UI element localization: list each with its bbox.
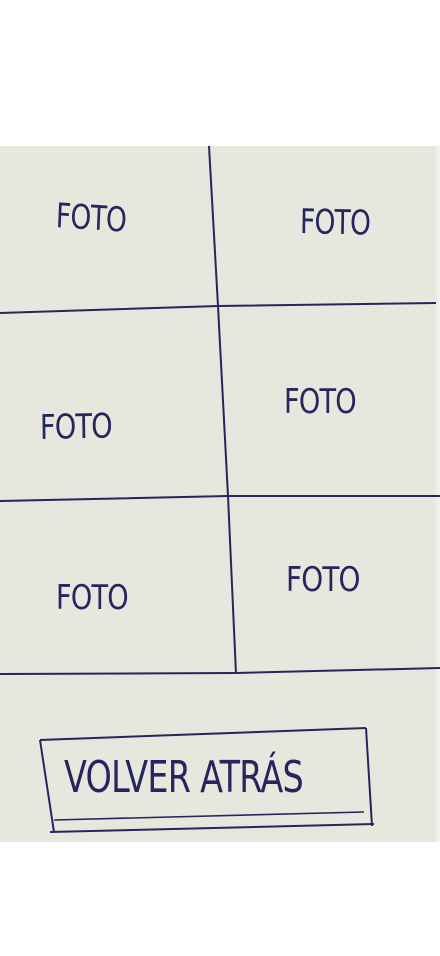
- back-button[interactable]: VOLVER ATRÁS: [44, 730, 370, 826]
- photo-cell-5[interactable]: FOTO: [56, 578, 129, 618]
- back-button-label: VOLVER ATRÁS: [64, 752, 304, 803]
- photo-cell-6[interactable]: FOTO: [286, 560, 361, 600]
- photo-cell-2[interactable]: FOTO: [300, 202, 371, 244]
- photo-cell-1[interactable]: FOTO: [55, 196, 127, 241]
- photo-cell-3[interactable]: FOTO: [40, 406, 112, 448]
- sketch-paper: FOTO FOTO FOTO FOTO FOTO FOTO VOLVER ATR…: [0, 146, 440, 842]
- photo-cell-4[interactable]: FOTO: [284, 382, 357, 422]
